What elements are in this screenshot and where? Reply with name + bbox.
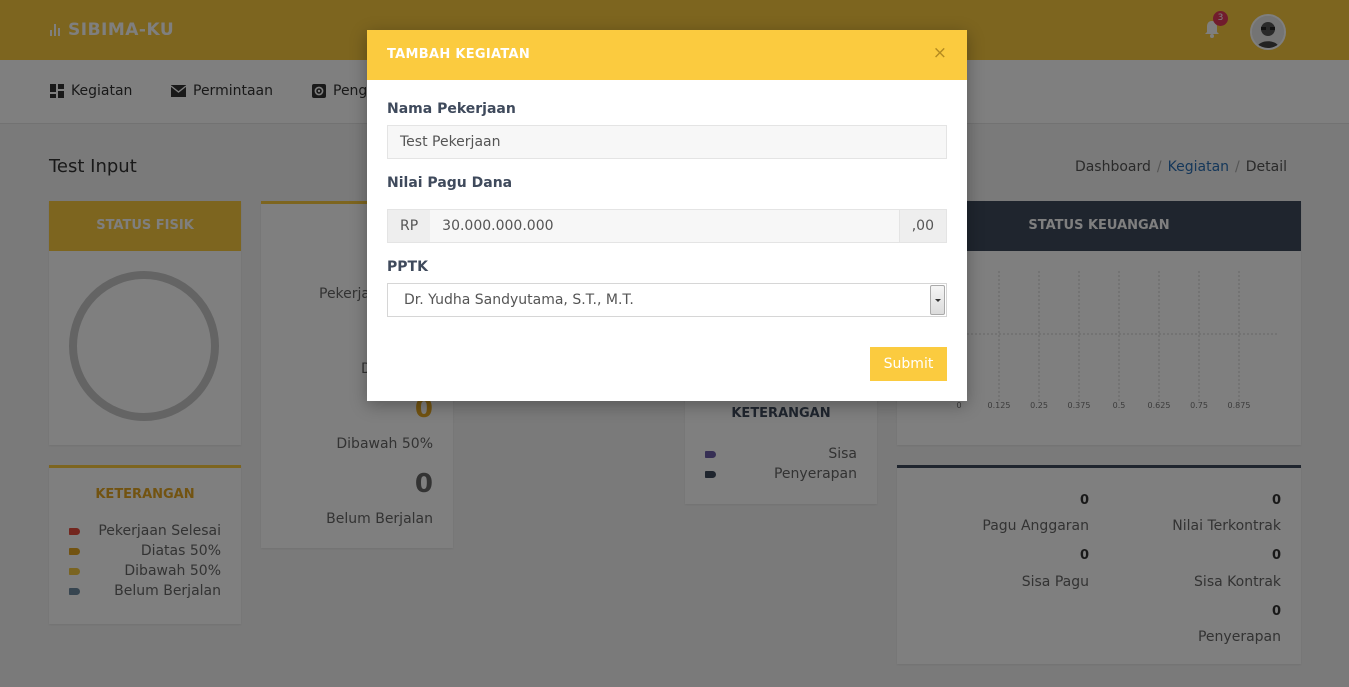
modal-header: TAMBAH KEGIATAN ×: [367, 30, 967, 80]
pptk-select[interactable]: Dr. Yudha Sandyutama, S.T., M.T.: [387, 283, 947, 317]
nilai-pagu-input[interactable]: 30.000.000.000: [430, 210, 899, 242]
nama-pekerjaan-input[interactable]: Test Pekerjaan: [387, 125, 947, 159]
pptk-selected-value: Dr. Yudha Sandyutama, S.T., M.T.: [404, 292, 634, 308]
nilai-pagu-label: Nilai Pagu Dana: [387, 175, 513, 191]
currency-prefix: RP: [388, 210, 431, 242]
pptk-label: PPTK: [387, 259, 428, 275]
nilai-pagu-input-group: RP 30.000.000.000 ,00: [387, 209, 947, 243]
decimal-suffix: ,00: [898, 210, 946, 242]
submit-button[interactable]: Submit: [870, 347, 947, 381]
close-icon[interactable]: ×: [933, 45, 947, 62]
nama-pekerjaan-label: Nama Pekerjaan: [387, 101, 516, 117]
tambah-kegiatan-modal: TAMBAH KEGIATAN × Nama Pekerjaan Test Pe…: [367, 30, 967, 401]
chevron-down-icon[interactable]: [930, 285, 945, 315]
modal-title: TAMBAH KEGIATAN: [387, 47, 531, 62]
